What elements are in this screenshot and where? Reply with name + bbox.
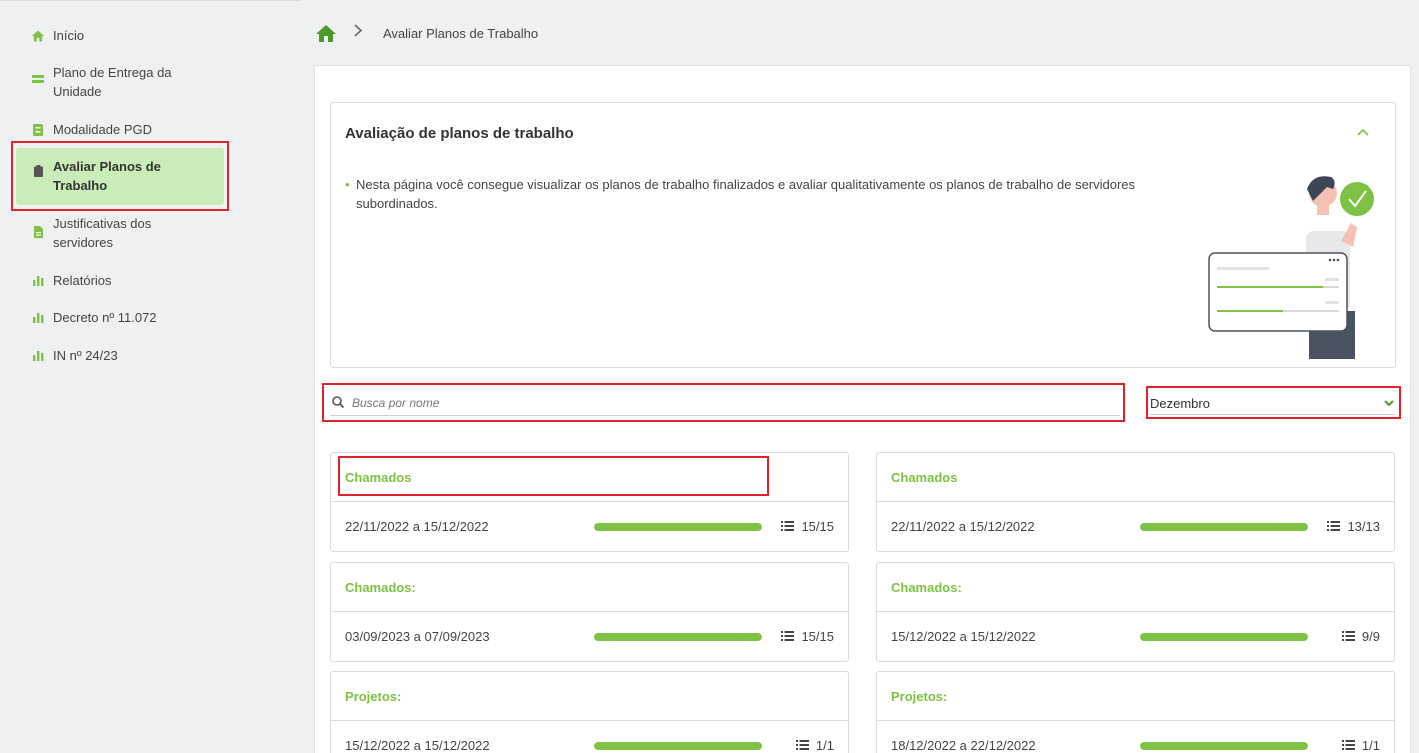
info-panel: Avaliação de planos de trabalho • Nesta …	[330, 102, 1396, 368]
plan-title: Chamados	[331, 453, 848, 502]
sidebar-item-label: IN nº 24/23	[53, 348, 118, 363]
plan-dates: 22/11/2022 a 15/12/2022	[891, 519, 1035, 534]
plan-count: 1/1	[1341, 738, 1380, 753]
document-icon	[32, 226, 44, 238]
breadcrumb-home-icon[interactable]	[316, 25, 336, 45]
plan-title: Projetos:	[331, 672, 848, 721]
plan-title: Projetos:	[877, 672, 1394, 721]
plan-count: 1/1	[795, 738, 834, 753]
home-icon	[32, 30, 44, 42]
plan-count: 15/15	[781, 519, 834, 534]
list-icon	[1327, 519, 1341, 534]
progress-bar	[594, 633, 762, 641]
month-select-value: Dezembro	[1150, 396, 1210, 411]
sidebar-item-label: Início	[53, 28, 85, 43]
list-icon	[781, 629, 795, 644]
search-bar	[330, 390, 1120, 416]
illustration	[1191, 171, 1381, 359]
sidebar-item-label: Plano de Entrega da Unidade	[53, 65, 172, 99]
breadcrumb-current: Avaliar Planos de Trabalho	[383, 26, 539, 41]
sidebar-item-justificativas[interactable]: Justificativas dos servidores	[32, 214, 193, 252]
plan-card[interactable]: Chamados 22/11/2022 a 15/12/2022 13/13	[876, 452, 1395, 552]
search-icon	[332, 396, 345, 411]
sidebar: Início Plano de Entrega da Unidade Modal…	[0, 0, 300, 753]
progress-bar	[594, 523, 762, 531]
plan-count: 13/13	[1327, 519, 1380, 534]
plan-dates: 22/11/2022 a 15/12/2022	[345, 519, 489, 534]
list-icon	[1341, 738, 1355, 753]
plan-card[interactable]: Chamados 22/11/2022 a 15/12/2022 15/15	[330, 452, 849, 552]
plan-title: Chamados:	[877, 563, 1394, 612]
plan-card[interactable]: Projetos: 15/12/2022 a 15/12/2022 1/1	[330, 671, 849, 753]
sidebar-item-decreto[interactable]: Decreto nº 11.072	[32, 308, 193, 327]
plan-dates: 03/09/2023 a 07/09/2023	[345, 629, 490, 644]
sidebar-item-avaliar-planos[interactable]: Avaliar Planos de Trabalho	[16, 148, 224, 205]
sidebar-item-relatorios[interactable]: Relatórios	[32, 271, 193, 290]
search-input[interactable]	[352, 393, 1112, 413]
sidebar-item-modalidade[interactable]: Modalidade PGD	[32, 120, 193, 139]
plan-dates: 18/12/2022 a 22/12/2022	[891, 738, 1036, 753]
chevron-up-icon[interactable]	[1357, 123, 1369, 139]
sidebar-item-label: Relatórios	[53, 273, 112, 288]
bar-chart-icon	[32, 275, 44, 287]
sidebar-item-label: Modalidade PGD	[53, 122, 152, 137]
bullet-icon: •	[345, 177, 350, 192]
clipboard-icon	[32, 165, 44, 177]
plan-title: Chamados	[877, 453, 1394, 502]
plan-dates: 15/12/2022 a 15/12/2022	[345, 738, 490, 753]
bar-chart-icon	[32, 312, 44, 324]
info-description: • Nesta página você consegue visualizar …	[345, 177, 1136, 211]
chevron-right-icon	[354, 24, 363, 41]
plan-dates: 15/12/2022 a 15/12/2022	[891, 629, 1036, 644]
list-icon	[781, 519, 795, 534]
plan-count: 9/9	[1341, 629, 1380, 644]
sidebar-item-inicio[interactable]: Início	[32, 26, 193, 45]
progress-bar	[594, 742, 762, 750]
plan-count: 15/15	[781, 629, 834, 644]
chevron-down-icon	[1384, 395, 1394, 410]
list-icon	[1341, 629, 1355, 644]
month-select[interactable]: Dezembro	[1150, 391, 1396, 415]
progress-bar	[1140, 523, 1308, 531]
card-icon	[32, 73, 44, 85]
plan-card[interactable]: Chamados: 03/09/2023 a 07/09/2023 15/15	[330, 562, 849, 662]
progress-bar	[1140, 633, 1308, 641]
list-icon	[795, 738, 809, 753]
plan-card[interactable]: Projetos: 18/12/2022 a 22/12/2022 1/1	[876, 671, 1395, 753]
sidebar-item-label: Decreto nº 11.072	[53, 310, 157, 325]
plan-card[interactable]: Chamados: 15/12/2022 a 15/12/2022 9/9	[876, 562, 1395, 662]
badge-icon	[32, 124, 44, 136]
sidebar-item-in[interactable]: IN nº 24/23	[32, 346, 193, 365]
plan-title: Chamados:	[331, 563, 848, 612]
bar-chart-icon	[32, 350, 44, 362]
sidebar-item-label: Justificativas dos servidores	[53, 216, 152, 250]
progress-bar	[1140, 742, 1308, 750]
info-title: Avaliação de planos de trabalho	[345, 125, 574, 142]
sidebar-item-plano-entrega[interactable]: Plano de Entrega da Unidade	[32, 63, 193, 101]
sidebar-item-label: Avaliar Planos de Trabalho	[53, 159, 161, 193]
